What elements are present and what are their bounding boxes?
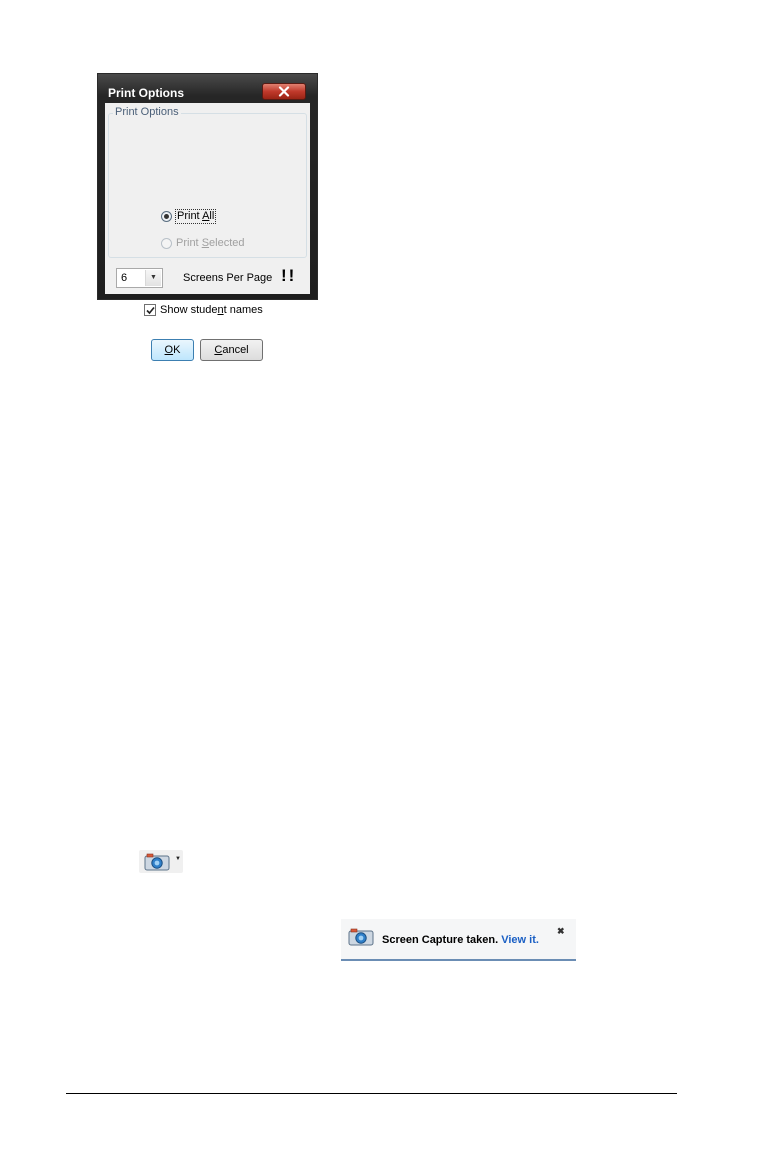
dialog-title: Print Options xyxy=(108,86,184,100)
dropdown-arrow-icon[interactable]: ▼ xyxy=(175,856,181,862)
close-icon xyxy=(278,86,290,97)
checkbox-icon xyxy=(144,304,156,316)
radio-button-icon xyxy=(161,211,172,222)
dialog-client-area: Print Options Print All Print Selected 6… xyxy=(105,103,310,294)
print-options-dialog: Print Options Print Options Print All Pr… xyxy=(97,73,318,361)
show-student-names-label: Show student names xyxy=(160,304,263,316)
print-all-radio[interactable]: Print All xyxy=(161,209,217,224)
notification-message: Screen Capture taken. View it. xyxy=(382,934,539,946)
footer-divider xyxy=(66,1093,677,1094)
print-all-label: Print All xyxy=(175,209,217,224)
close-button[interactable] xyxy=(262,83,306,100)
radio-button-icon xyxy=(161,237,172,249)
print-selected-label: Print Selected xyxy=(176,237,245,249)
ok-button[interactable]: OK xyxy=(151,339,194,361)
group-label: Print Options xyxy=(113,106,181,118)
screens-per-page-label: Screens Per Page xyxy=(183,272,273,284)
print-selected-radio[interactable]: Print Selected xyxy=(161,237,245,249)
view-it-link[interactable]: View it. xyxy=(501,934,539,946)
screen-capture-toolbar-button[interactable]: ▼ xyxy=(139,850,183,873)
camera-icon xyxy=(348,928,374,946)
show-student-names-checkbox[interactable]: Show student names xyxy=(144,304,263,316)
checkmark-icon xyxy=(145,306,155,314)
alert-icon: !! xyxy=(281,266,297,285)
screens-per-page-value: 6 xyxy=(121,272,128,284)
close-icon[interactable]: ✖ xyxy=(557,926,565,937)
chevron-down-icon[interactable]: ▼ xyxy=(145,270,161,286)
screen-capture-notification: Screen Capture taken. View it. ✖ xyxy=(341,919,576,961)
screens-per-page-select[interactable]: 6 ▼ xyxy=(116,268,163,288)
camera-icon xyxy=(144,853,170,871)
cancel-button[interactable]: Cancel xyxy=(200,339,263,361)
